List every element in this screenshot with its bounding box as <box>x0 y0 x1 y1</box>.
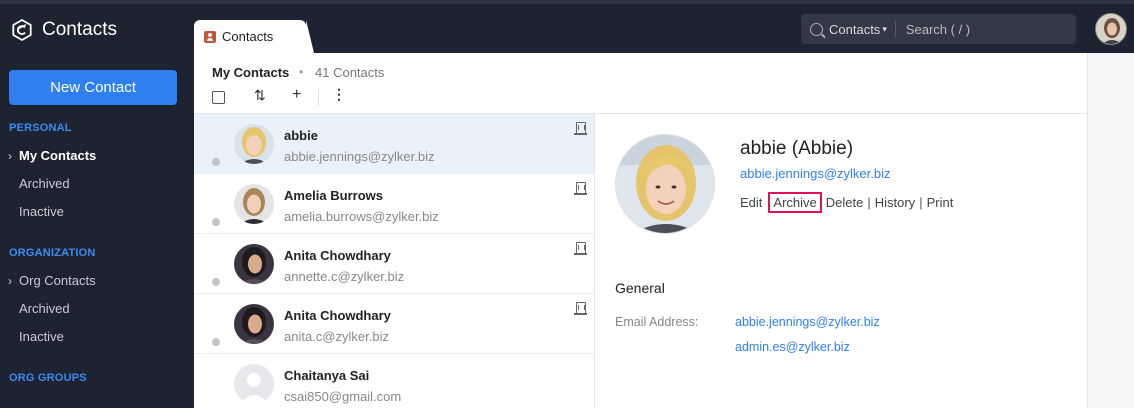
email-address-value[interactable]: admin.es@zylker.biz <box>735 340 850 354</box>
user-avatar[interactable] <box>1095 13 1127 45</box>
tab-contacts[interactable]: Contacts <box>194 20 314 53</box>
email-address-value[interactable]: abbie.jennings@zylker.biz <box>735 315 880 329</box>
contact-email: amelia.burrows@zylker.biz <box>284 209 439 224</box>
user-avatar-image <box>1096 14 1126 44</box>
contact-email: abbie.jennings@zylker.biz <box>284 149 435 164</box>
search-scope-select[interactable]: Contacts <box>829 22 880 37</box>
avatar-placeholder <box>234 364 274 404</box>
chevron-right-icon: › <box>8 274 12 288</box>
action-separator: | <box>919 195 923 210</box>
sidebar-item-inactive[interactable]: Inactive <box>19 204 64 219</box>
sidebar-item-org-contacts[interactable]: Org Contacts <box>19 273 96 288</box>
building-icon <box>574 242 587 255</box>
contact-name: Anita Chowdhary <box>284 308 391 323</box>
app-window: Contacts New Contact PERSONAL › My Conta… <box>0 0 1134 408</box>
contact-list: abbie abbie.jennings@zylker.biz Amelia B… <box>194 114 595 408</box>
email-address-label: Email Address: <box>615 315 699 329</box>
list-header: My Contacts • 41 Contacts ⇅ + ⋮ <box>194 53 1087 114</box>
status-dot <box>212 338 220 346</box>
print-link[interactable]: Print <box>927 195 954 210</box>
list-item[interactable]: Amelia Burrows amelia.burrows@zylker.biz <box>194 174 594 234</box>
chevron-right-icon: › <box>8 149 12 163</box>
section-heading-org-groups[interactable]: ORG GROUPS <box>9 372 87 384</box>
chevron-down-icon[interactable]: ▾ <box>882 24 887 35</box>
avatar <box>234 124 274 164</box>
title-separator: • <box>299 65 304 79</box>
status-dot <box>212 158 220 166</box>
building-icon <box>574 122 587 135</box>
archive-link[interactable]: Archive <box>768 192 822 213</box>
app-title: Contacts <box>42 19 117 40</box>
contact-actions: Edit Archive Delete | History | Print <box>740 192 953 213</box>
contact-photo <box>615 134 715 234</box>
sidebar-item-org-archived[interactable]: Archived <box>19 301 70 316</box>
status-dot <box>212 278 220 286</box>
search-bar[interactable]: Contacts ▾ Search ( / ) <box>801 14 1076 44</box>
list-title: My Contacts <box>212 65 290 80</box>
sort-icon[interactable]: ⇅ <box>254 87 266 104</box>
more-options-icon[interactable]: ⋮ <box>332 86 346 103</box>
status-dot <box>212 218 220 226</box>
sidebar-item-archived[interactable]: Archived <box>19 176 70 191</box>
action-separator: | <box>867 195 871 210</box>
building-icon <box>574 182 587 195</box>
section-heading-personal: PERSONAL <box>9 122 72 134</box>
section-heading-organization: ORGANIZATION <box>9 247 96 259</box>
contact-card-icon <box>204 30 216 43</box>
select-all-checkbox[interactable] <box>212 91 225 104</box>
main-panel: My Contacts • 41 Contacts ⇅ + ⋮ abbie ab… <box>194 53 1087 408</box>
toolbar-divider <box>318 89 319 106</box>
contact-name: Chaitanya Sai <box>284 368 370 383</box>
contact-name: Anita Chowdhary <box>284 248 391 263</box>
contact-email: csai850@gmail.com <box>284 389 402 404</box>
sidebar: Contacts New Contact PERSONAL › My Conta… <box>0 4 194 408</box>
tab-label: Contacts <box>222 29 274 44</box>
sidebar-item-my-contacts[interactable]: My Contacts <box>19 148 96 163</box>
contact-email-link[interactable]: abbie.jennings@zylker.biz <box>740 166 891 181</box>
contact-name: Amelia Burrows <box>284 188 383 203</box>
search-icon <box>810 22 823 36</box>
avatar <box>234 244 274 284</box>
edit-link[interactable]: Edit <box>740 195 762 210</box>
list-item[interactable]: Anita Chowdhary anita.c@zylker.biz <box>194 294 594 354</box>
section-title-general: General <box>615 280 665 296</box>
new-contact-button[interactable]: New Contact <box>9 70 177 105</box>
list-item[interactable]: Chaitanya Sai csai850@gmail.com <box>194 354 594 408</box>
brand: Contacts <box>10 18 117 42</box>
contact-count: 41 Contacts <box>315 65 385 80</box>
right-gutter <box>1087 53 1134 408</box>
add-icon[interactable]: + <box>292 86 301 104</box>
sidebar-item-org-inactive[interactable]: Inactive <box>19 329 64 344</box>
contact-email: anita.c@zylker.biz <box>284 329 389 344</box>
avatar <box>234 184 274 224</box>
list-item[interactable]: abbie abbie.jennings@zylker.biz <box>194 114 594 174</box>
contact-detail: abbie (Abbie) abbie.jennings@zylker.biz … <box>595 114 1087 408</box>
contact-full-name: abbie (Abbie) <box>740 138 854 159</box>
history-link[interactable]: History <box>875 195 915 210</box>
avatar <box>234 304 274 344</box>
list-item[interactable]: Anita Chowdhary annette.c@zylker.biz <box>194 234 594 294</box>
delete-link[interactable]: Delete <box>826 195 864 210</box>
search-divider <box>894 21 896 37</box>
contacts-logo-icon <box>12 18 32 42</box>
contact-name: abbie <box>284 128 318 143</box>
search-input[interactable]: Search ( / ) <box>906 22 970 37</box>
building-icon <box>574 302 587 315</box>
contact-email: annette.c@zylker.biz <box>284 269 405 284</box>
